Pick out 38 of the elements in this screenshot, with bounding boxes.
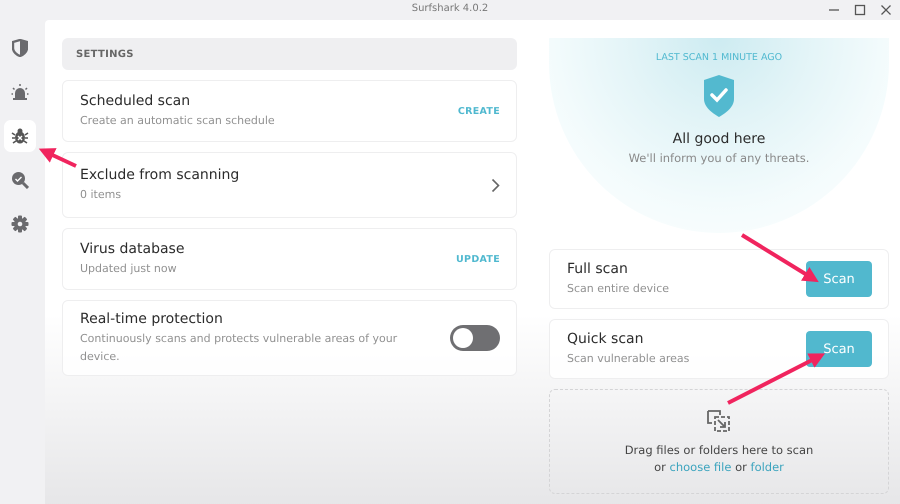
file-link[interactable]: folder [750,460,784,474]
last-scan-label: LAST SCAN 1 MINUTE AGO [656,52,782,63]
shield-check-icon [702,75,736,117]
setting-description: Create an automatic scan schedule [80,112,275,128]
close-icon[interactable] [880,4,892,16]
status-title: All good here [672,131,766,147]
scan-title: Full scan [567,260,629,276]
status-subtitle: We'll inform you of any threats. [628,151,810,165]
setting-title: Scheduled scan [80,92,192,108]
scan-description: Scan vulnerable areas [567,350,690,366]
bug-icon [10,127,28,145]
alarm-icon [10,83,28,101]
settings-heading: SETTINGS [76,48,134,60]
scan-title: Quick scan [567,330,644,346]
scan-button[interactable]: Scan [806,331,872,367]
setting-title: Exclude from scanning [80,166,240,182]
search-icon [10,171,28,189]
toggle-switch[interactable] [450,325,500,351]
shield-icon [12,39,28,57]
action-link[interactable]: UPDATE [456,254,500,264]
setting-description: 0 items [80,186,122,202]
chevron-right-icon[interactable] [491,178,500,192]
scan-description: Scan entire device [567,280,670,296]
setting-title: Virus database [80,240,184,256]
sidebar-item[interactable] [4,120,36,152]
drop-files-icon [705,408,733,434]
window-title: Surfshark 4.0.2 [412,3,488,14]
drop-hint: Drag files or folders here to scan or choose file or folder [624,442,814,476]
setting-description: Continuously scans and protects vulnerable areas of your device. [80,330,398,364]
annotation-arrow [38,148,77,168]
maximize-icon[interactable] [854,4,866,16]
drop-zone[interactable]: Drag files or folders here to scan or choose file or folder [549,389,889,494]
scan-button[interactable]: Scan [806,261,872,297]
file-link[interactable]: choose file [670,460,732,474]
setting-description: Updated just now [80,260,178,276]
action-link[interactable]: CREATE [458,106,500,116]
setting-title: Real-time protection [80,310,224,326]
gear-icon [10,215,28,233]
